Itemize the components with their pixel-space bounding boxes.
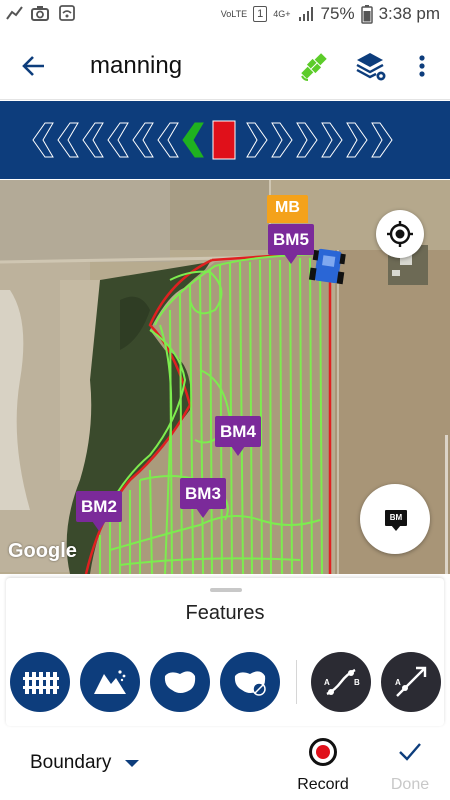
benchmark-icon: BM [385, 510, 407, 531]
crosshair-icon [387, 221, 413, 247]
done-label: Done [390, 776, 430, 793]
svg-text:A: A [395, 678, 401, 687]
feature-type-dropdown[interactable]: Boundary [30, 752, 140, 774]
lightbar-left-chevron [32, 122, 54, 158]
lightbar-left-chevron [132, 122, 154, 158]
signal-strength-icon [298, 7, 313, 21]
checkmark-icon [399, 743, 421, 761]
record-button[interactable]: Record [292, 736, 352, 796]
layers-settings-icon [356, 53, 386, 81]
record-label: Record [297, 776, 349, 793]
back-button[interactable] [16, 50, 52, 82]
app-bar: manning [0, 32, 450, 100]
locate-me-button[interactable] [376, 210, 424, 258]
svg-text:B: B [354, 678, 360, 687]
features-panel: Features A B A [6, 578, 444, 726]
network-type: 4G+ [273, 9, 291, 19]
area-exclude-icon [234, 671, 266, 696]
field-title: manning [90, 52, 183, 79]
area-shape-icon [164, 671, 196, 693]
chevron-down-icon [125, 759, 140, 767]
drag-handle[interactable] [210, 588, 242, 592]
rocks-hazard-button[interactable] [80, 652, 140, 712]
clock: 3:38 pm [378, 4, 440, 23]
map-marker-bm2[interactable]: BM2 [76, 491, 122, 531]
system-status: VoLTE 1 4G+ 75% 3:38 pm [221, 4, 440, 24]
field-map[interactable]: MB BM5 BM4 BM3 BM2 BM Google [0, 180, 450, 574]
lightbar-left-chevron [107, 122, 129, 158]
camera-icon [31, 6, 49, 21]
bottom-bar: Boundary Record Done [0, 728, 450, 800]
area-shape-button[interactable] [150, 652, 210, 712]
map-marker-mb[interactable]: MB [267, 195, 308, 223]
satellite-gps-icon [301, 53, 327, 81]
fence-boundary-icon [23, 672, 59, 694]
feature-type-label: Boundary [30, 752, 112, 773]
status-bar: VoLTE 1 4G+ 75% 3:38 pm [0, 0, 450, 32]
exclude-area-button[interactable] [220, 652, 280, 712]
layers-button[interactable] [352, 48, 388, 84]
lightbar-right-chevron [371, 122, 393, 158]
map-marker-bm3[interactable]: BM3 [180, 478, 226, 518]
ab-curve-button[interactable]: A B [311, 652, 371, 712]
back-arrow-icon [22, 56, 44, 76]
more-vertical-icon [419, 55, 425, 77]
map-marker-bm4[interactable]: BM4 [215, 416, 261, 456]
lightbar-right-chevron [296, 122, 318, 158]
notification-icons [6, 4, 76, 22]
lightbar-chevrons [32, 120, 393, 160]
lightbar-center-segment [212, 120, 236, 160]
record-icon [309, 738, 337, 766]
svg-text:A: A [324, 678, 330, 687]
features-divider [296, 660, 297, 704]
lightbar-left-chevron [82, 122, 104, 158]
features-title: Features [185, 602, 265, 624]
lightbar-left-chevron [157, 122, 179, 158]
battery-icon [360, 5, 373, 24]
lightbar-right-chevron [321, 122, 343, 158]
lightbar-active-chevron [182, 122, 204, 158]
lightbar-left-chevron [57, 122, 79, 158]
rocks-hazard-icon [94, 670, 126, 694]
ab-curve-icon: A B [324, 668, 360, 696]
drop-benchmark-button[interactable]: BM [360, 484, 430, 554]
map-marker-bm5[interactable]: BM5 [268, 224, 314, 264]
scroll-indicator [445, 435, 448, 574]
ab-line-icon: A [395, 666, 427, 697]
fence-boundary-button[interactable] [10, 652, 70, 712]
more-options-button[interactable] [410, 48, 434, 84]
google-attribution: Google [8, 540, 77, 562]
lightbar-right-chevron [346, 122, 368, 158]
gps-status-button[interactable] [296, 48, 332, 84]
signal-chart-icon [6, 6, 23, 20]
done-button[interactable]: Done [384, 736, 436, 796]
lightbar-right-chevron [246, 122, 268, 158]
ab-line-button[interactable]: A [381, 652, 441, 712]
wifi-icon [59, 5, 75, 21]
guidance-lightbar [0, 101, 450, 179]
volte-indicator: VoLTE [220, 8, 248, 19]
sim-badge: 1 [253, 6, 268, 22]
battery-percent: 75% [320, 4, 355, 23]
lightbar-right-chevron [271, 122, 293, 158]
